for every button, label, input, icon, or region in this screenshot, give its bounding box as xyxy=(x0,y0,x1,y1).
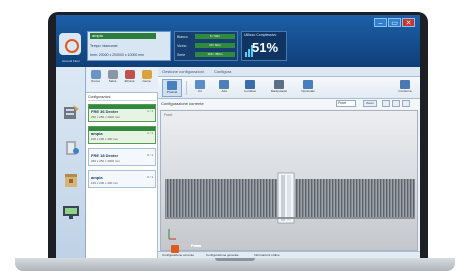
stat-label: Vicino xyxy=(177,44,187,48)
toolbar: Nuova Salva Elimina Cerca xyxy=(86,67,158,93)
save-button[interactable]: Salva xyxy=(106,70,119,84)
search-button[interactable]: Cerca xyxy=(140,70,153,84)
products-button[interactable]: Prodotti xyxy=(162,79,182,97)
ribbon: Prodotti Kit Add Corridoio Manipolatori … xyxy=(158,77,420,99)
stat-value: 160 / 450m xyxy=(195,52,235,57)
view-right-icon[interactable] xyxy=(402,100,410,107)
axis-icon xyxy=(168,229,176,240)
configurations-list: Configurazioni FRE 36 Dexter 1 / 1 250 x… xyxy=(86,93,158,258)
optional-button[interactable]: Opzionale xyxy=(296,79,320,97)
app-screen: – ▭ ✕ Ground Floor ampia Tempo: biancone… xyxy=(56,15,420,258)
utilization-title: Utilizzo Complessivo xyxy=(244,33,277,37)
stat-value: 6 / 30m xyxy=(195,34,235,39)
utilization-box: Utilizzo Complessivo 51% xyxy=(241,31,287,61)
tab-general-config[interactable]: Configurazione generale xyxy=(206,253,239,257)
kit-button[interactable]: Kit xyxy=(190,79,210,97)
view-front-icon[interactable] xyxy=(392,100,400,107)
header-bar: – ▭ ✕ Ground Floor ampia Tempo: biancone… xyxy=(56,15,420,67)
view-left-icon[interactable] xyxy=(382,100,390,107)
project-line2: Imm: 20000 x 200000 x 10000 mm xyxy=(90,53,145,57)
list-item[interactable]: FRE 36 Dexter 1 / 1 250 x 250 x 2000 mm xyxy=(88,104,156,122)
project-line1: Tempo: bianconel xyxy=(90,44,118,48)
project-info: ampia Tempo: bianconel Imm: 20000 x 2000… xyxy=(87,31,171,61)
sidebar-cabinet-icon[interactable] xyxy=(61,139,81,157)
zoom-button[interactable]: Zoom xyxy=(363,100,377,107)
delete-button[interactable]: Elimina xyxy=(123,70,136,84)
utilization-percent: 51% xyxy=(251,40,279,55)
3d-viewport[interactable]: Front xyxy=(160,110,418,251)
sidebar-box-icon[interactable] xyxy=(61,171,81,189)
brand-icon xyxy=(171,245,179,253)
stats-box: Bianco 6 / 30m Vicino 30 / 60m Serie 160… xyxy=(174,31,238,61)
confirm-button[interactable]: Conferma xyxy=(394,79,416,97)
sidebar-monitor-icon[interactable] xyxy=(61,203,81,221)
brand-line2: Power xyxy=(191,244,202,248)
stat-value: 30 / 60m xyxy=(195,43,235,48)
laptop-notch xyxy=(215,258,255,261)
brand-logo: Prima Power xyxy=(171,244,202,254)
logo-caption: Ground Floor xyxy=(62,59,80,63)
main-tabs: Gestione configurazioni Configura xyxy=(158,67,420,77)
config-row: Configurazione corrente Front Zoom xyxy=(158,99,420,109)
corridor-button[interactable]: Corridoio xyxy=(238,79,262,97)
tab-configura[interactable]: Configura xyxy=(214,69,231,74)
stat-label: Bianco xyxy=(177,35,188,39)
close-button[interactable]: ✕ xyxy=(402,18,415,27)
sidebar-rack-icon[interactable] xyxy=(61,103,81,121)
left-sidebar xyxy=(56,67,86,258)
new-button[interactable]: Nuova xyxy=(89,70,102,84)
app-logo xyxy=(59,33,81,55)
maximize-button[interactable]: ▭ xyxy=(388,18,401,27)
list-item[interactable]: ampia 0 / 1 100 x 200 x 400 mm xyxy=(88,170,156,188)
config-label: Configurazione corrente xyxy=(161,101,204,106)
manipulators-button[interactable]: Manipolatori xyxy=(266,79,292,97)
minimize-button[interactable]: – xyxy=(374,18,387,27)
list-item[interactable]: ampia 1 / 1 100 x 200 x 400 mm xyxy=(88,126,156,144)
project-name: ampia xyxy=(90,33,156,39)
view-select[interactable]: Front xyxy=(336,100,356,107)
list-header: Configurazioni xyxy=(88,95,156,101)
tab-order-info[interactable]: Informazioni ordine xyxy=(254,253,280,257)
rack-rendering xyxy=(165,172,415,224)
tab-gestione[interactable]: Gestione configurazioni xyxy=(162,69,204,74)
stat-label: Serie xyxy=(177,53,186,57)
list-item[interactable]: FRE 18 Dexter 0 / 1 250 x 250 x 2000 mm xyxy=(88,148,156,166)
add-button[interactable]: Add xyxy=(214,79,234,97)
